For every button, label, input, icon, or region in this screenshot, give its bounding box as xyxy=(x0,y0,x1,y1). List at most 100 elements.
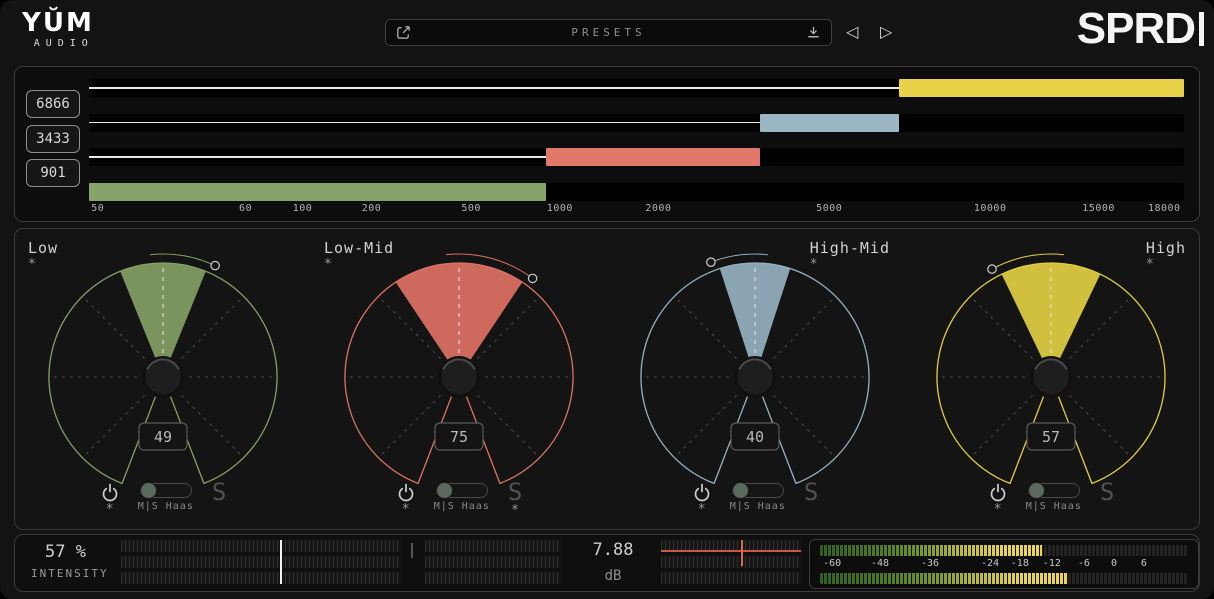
toggle-knob xyxy=(1028,482,1045,499)
freq-band-row[interactable] xyxy=(89,114,1184,132)
freq-axis-label: 60 xyxy=(239,203,252,214)
footer-separator xyxy=(411,543,413,558)
band-segment[interactable] xyxy=(899,79,1184,97)
plugin-window: YŬM AUDIO PRESETS ◁ ▷ SPRD 68663433901 5… xyxy=(0,0,1214,599)
presets-label[interactable]: PRESETS xyxy=(571,26,645,39)
meter-scale-label: 6 xyxy=(1141,558,1147,569)
band-segment[interactable] xyxy=(89,183,546,201)
ms-haas-label: M|S Haas xyxy=(434,501,490,512)
spread-handle[interactable] xyxy=(988,265,996,273)
freq-band-row[interactable] xyxy=(89,183,1184,201)
band-label: High-Mid * xyxy=(810,239,890,269)
freq-axis-label: 5000 xyxy=(816,203,842,214)
band-segment[interactable] xyxy=(760,114,899,132)
spread-dial[interactable]: 57 xyxy=(911,251,1191,501)
crossover-value-box[interactable]: 901 xyxy=(26,159,80,187)
solo-button[interactable]: S xyxy=(508,481,522,503)
freq-band-row[interactable] xyxy=(89,148,1184,166)
freq-axis-label: 100 xyxy=(293,203,313,214)
band-segment[interactable] xyxy=(546,148,761,166)
dial-tick xyxy=(676,298,737,359)
intensity-indicator[interactable] xyxy=(280,540,282,584)
meter-bar-top xyxy=(820,545,1188,556)
dial-high-mid: High-Mid * 40 * M|S Haas S * xyxy=(607,229,903,529)
solo-button[interactable]: S xyxy=(212,481,226,503)
crossover-value-box[interactable]: 3433 xyxy=(26,125,80,153)
freq-axis-label: 1000 xyxy=(547,203,573,214)
ms-haas-toggle[interactable] xyxy=(1028,483,1080,498)
spread-handle[interactable] xyxy=(528,274,536,282)
ms-haas-toggle[interactable] xyxy=(140,483,192,498)
power-button[interactable] xyxy=(988,482,1008,502)
toggle-knob xyxy=(436,482,453,499)
freq-axis-label: 200 xyxy=(362,203,382,214)
next-preset-button[interactable]: ▷ xyxy=(880,22,892,41)
dial-value: 57 xyxy=(1042,428,1060,446)
output-marker[interactable] xyxy=(741,540,743,566)
output-meter: -60-48-36-24-18-12-606 xyxy=(809,539,1199,589)
freq-axis-label: 50 xyxy=(91,203,104,214)
freq-axis: 5060100200500100020005000100001500018000 xyxy=(89,203,1184,217)
solo-button[interactable]: S xyxy=(804,481,818,503)
crossover-line[interactable] xyxy=(89,87,899,89)
ms-haas-toggle[interactable] xyxy=(732,483,784,498)
footer-bar: 57 % INTENSITY 7.88 dB -60-48-36-24-1 xyxy=(14,534,1200,592)
intensity-value: 57 % xyxy=(45,542,86,562)
spread-handle-arc xyxy=(711,254,768,262)
power-button[interactable] xyxy=(100,482,120,502)
freq-axis-label: 18000 xyxy=(1148,203,1181,214)
band-label: Low-Mid * xyxy=(324,239,394,269)
slider-texture xyxy=(121,572,401,584)
crossover-line[interactable] xyxy=(89,122,760,124)
spread-handle[interactable] xyxy=(707,258,715,266)
band-label: High * xyxy=(1146,239,1186,269)
slider-texture xyxy=(121,540,401,552)
crossover-value-box[interactable]: 6866 xyxy=(26,90,80,118)
band-asterisk: * xyxy=(1146,260,1154,269)
freq-axis-label: 15000 xyxy=(1082,203,1115,214)
dial-tick xyxy=(773,298,834,359)
prev-preset-button[interactable]: ◁ xyxy=(846,22,858,41)
sprd-logo-bar xyxy=(1199,12,1204,46)
intensity-slider[interactable] xyxy=(121,540,401,584)
meter-scale-label: -18 xyxy=(1011,558,1029,569)
export-preset-icon[interactable] xyxy=(395,24,412,41)
meter-scale-label: -6 xyxy=(1078,558,1090,569)
band-dials-panel: Low * 49 * M|S Haas S * Low-Mid * 75 * xyxy=(14,228,1200,530)
meter-scale-label: -24 xyxy=(981,558,999,569)
meter-scale-label: 0 xyxy=(1111,558,1117,569)
spread-dial[interactable]: 75 xyxy=(319,251,599,501)
meter-scale-label: -48 xyxy=(871,558,889,569)
crossover-line[interactable] xyxy=(89,156,546,158)
dial-high: High * 57 * M|S Haas S * xyxy=(903,229,1199,529)
save-preset-icon[interactable] xyxy=(805,24,822,41)
spread-dial[interactable]: 40 xyxy=(615,251,895,501)
frequency-split-panel: 68663433901 5060100200500100020005000100… xyxy=(14,66,1200,222)
power-button[interactable] xyxy=(396,482,416,502)
ms-haas-toggle[interactable] xyxy=(436,483,488,498)
preset-bar[interactable]: PRESETS xyxy=(385,19,832,46)
output-slider-left[interactable] xyxy=(425,540,561,584)
solo-asterisk: * xyxy=(511,506,519,515)
meter-scale-label: -12 xyxy=(1043,558,1061,569)
output-gain-value[interactable]: 7.88 xyxy=(565,540,661,560)
output-slider-right[interactable] xyxy=(661,540,801,584)
power-button[interactable] xyxy=(692,482,712,502)
crossover-values: 6866 3433 901 xyxy=(26,67,84,221)
meter-scale-label: -60 xyxy=(823,558,841,569)
freq-band-row[interactable] xyxy=(89,79,1184,97)
slider-texture xyxy=(661,556,801,568)
dial-low-mid: Low-Mid * 75 * M|S Haas S * xyxy=(311,229,607,529)
band-asterisk: * xyxy=(324,260,332,269)
spread-dial[interactable]: 49 xyxy=(23,251,303,501)
solo-button[interactable]: S xyxy=(1100,481,1114,503)
slider-texture xyxy=(425,572,561,584)
yum-audio-logo: YŬM AUDIO xyxy=(22,9,94,49)
band-label-text: High xyxy=(1146,239,1186,257)
intensity-label: INTENSITY xyxy=(31,567,109,580)
ms-haas-label: M|S Haas xyxy=(730,501,786,512)
freq-axis-label: 10000 xyxy=(974,203,1007,214)
freq-axis-label: 500 xyxy=(461,203,481,214)
dial-value: 49 xyxy=(154,428,172,446)
spread-handle[interactable] xyxy=(211,261,219,269)
